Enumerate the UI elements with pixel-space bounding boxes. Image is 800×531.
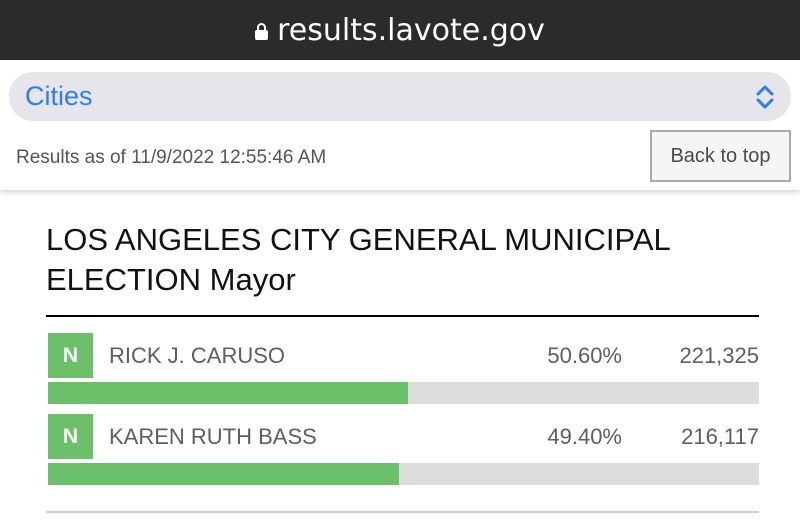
cities-select[interactable]: Cities bbox=[9, 72, 791, 121]
candidate-votes: 216,117 bbox=[681, 424, 759, 449]
divider bbox=[46, 315, 759, 317]
candidate-name: KAREN RUTH BASS bbox=[109, 424, 317, 449]
browser-url-bar[interactable]: results.lavote.gov bbox=[0, 0, 800, 60]
vote-bar-track bbox=[48, 463, 759, 485]
vote-bar-fill bbox=[48, 463, 400, 485]
candidate-row: N RICK J. CARUSO 50.60% 221,325 bbox=[48, 333, 759, 413]
party-badge: N bbox=[48, 333, 93, 378]
lock-icon bbox=[255, 22, 269, 40]
divider bbox=[46, 511, 759, 513]
select-label: Cities bbox=[25, 81, 93, 111]
vote-bar-track bbox=[48, 382, 759, 404]
contest-title: LOS ANGELES CITY GENERAL MUNICIPAL ELECT… bbox=[46, 222, 670, 297]
vote-bar-fill bbox=[48, 382, 408, 404]
candidate-percent: 50.60% bbox=[547, 343, 622, 368]
chevron-updown-icon bbox=[756, 85, 774, 108]
candidate-votes: 221,325 bbox=[679, 343, 759, 368]
back-to-top-button[interactable]: Back to top bbox=[650, 130, 791, 182]
candidate-name: RICK J. CARUSO bbox=[109, 343, 286, 368]
url-text: results.lavote.gov bbox=[277, 12, 545, 48]
candidate-percent: 49.40% bbox=[547, 424, 622, 449]
party-badge: N bbox=[48, 414, 93, 459]
candidate-row: N KAREN RUTH BASS 49.40% 216,117 bbox=[48, 414, 759, 494]
results-timestamp: Results as of 11/9/2022 12:55:46 AM bbox=[16, 147, 327, 168]
